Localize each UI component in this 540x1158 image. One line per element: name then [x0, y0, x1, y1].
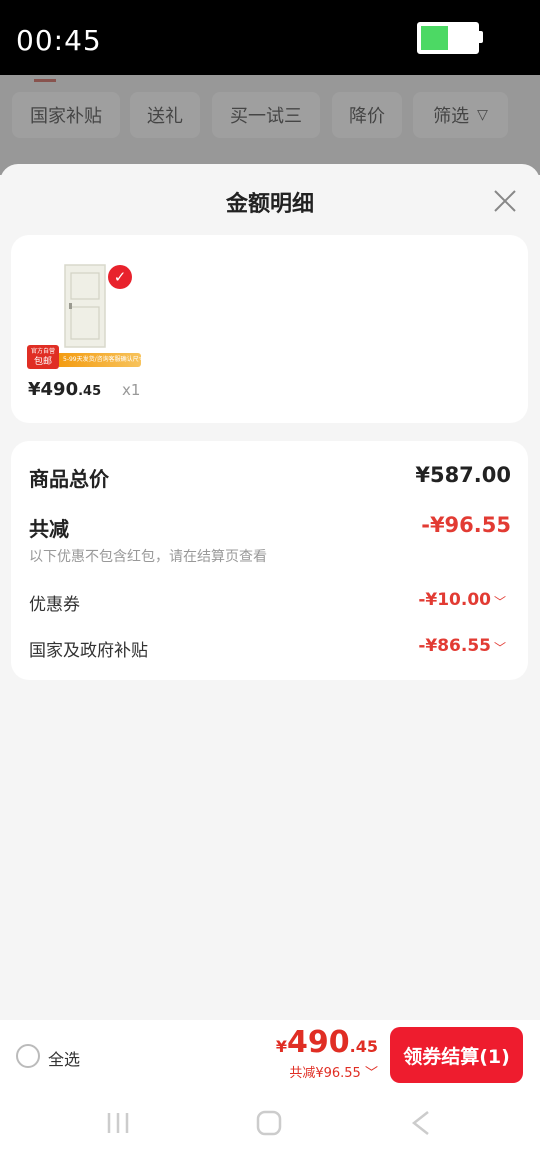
coupon-label: 优惠券 — [29, 595, 80, 615]
back-button[interactable] — [410, 1110, 432, 1140]
badge-main-text: 包邮 — [33, 357, 52, 367]
chevron-down-icon[interactable]: ﹀ — [494, 593, 506, 610]
unit-price-int: ¥490 — [28, 379, 79, 400]
home-button[interactable] — [256, 1110, 282, 1140]
saving-text: 共减¥96.55 — [289, 1066, 361, 1081]
goods-total-label: 商品总价 — [29, 467, 109, 491]
subsidy-label: 国家及政府补贴 — [29, 641, 148, 661]
back-icon — [411, 1111, 429, 1135]
selected-check-icon[interactable]: ✓ — [108, 265, 132, 289]
total-saving[interactable]: 共减¥96.55 ﹀ — [289, 1062, 378, 1081]
recent-apps-icon — [107, 1113, 129, 1133]
discount-note: 以下优惠不包含红包，请在结算页查看 — [29, 549, 267, 565]
price-dec: .45 — [349, 1037, 378, 1056]
amount-detail-sheet: 金额明细 ✓ 官方自营 包邮 5-99天发货/咨询客服确认尺寸 ¥490.45 … — [0, 164, 540, 1020]
select-all-radio[interactable] — [16, 1044, 40, 1068]
overlay-scrim[interactable] — [0, 75, 540, 175]
total-discount-value: -¥96.55 — [421, 513, 511, 537]
delivery-strip: 5-99天发货/咨询客服确认尺寸 — [59, 353, 141, 367]
price-int: 490 — [287, 1025, 350, 1060]
home-icon — [256, 1110, 282, 1136]
price-symbol: ¥ — [275, 1037, 288, 1056]
badge-top-text: 官方自营 — [30, 348, 55, 355]
status-bar: 00:45 — [0, 0, 540, 75]
product-card: ✓ 官方自营 包邮 5-99天发货/咨询客服确认尺寸 ¥490.45 x1 — [11, 235, 528, 423]
system-nav-bar — [0, 1090, 540, 1158]
total-discount-label: 共减 — [29, 517, 69, 541]
goods-total-value: ¥587.00 — [415, 463, 511, 487]
recent-apps-button[interactable] — [106, 1110, 130, 1140]
total-price: ¥490.45 — [276, 1025, 378, 1060]
quantity: x1 — [122, 381, 141, 399]
close-icon — [494, 190, 516, 212]
checkout-button[interactable]: 领券结算(1) — [390, 1027, 523, 1083]
checkout-bar: 全选 ¥490.45 共减¥96.55 ﹀ 领券结算(1) — [0, 1020, 540, 1090]
select-all-label[interactable]: 全选 — [48, 1046, 80, 1070]
chevron-down-icon: ﹀ — [364, 1066, 378, 1081]
sheet-title: 金额明细 — [225, 192, 314, 217]
coupon-value[interactable]: -¥10.00 — [418, 590, 491, 610]
battery-icon — [417, 22, 479, 54]
status-time: 00:45 — [16, 24, 102, 57]
battery-cap — [479, 31, 483, 43]
battery-level — [421, 26, 448, 50]
unit-price-dec: .45 — [78, 384, 102, 399]
close-button[interactable] — [488, 184, 522, 218]
price-detail-card: 商品总价 ¥587.00 共减 -¥96.55 以下优惠不包含红包，请在结算页查… — [11, 441, 528, 680]
subsidy-value[interactable]: -¥86.55 — [418, 636, 491, 656]
free-shipping-badge: 官方自营 包邮 — [27, 345, 59, 369]
chevron-down-icon[interactable]: ﹀ — [494, 639, 506, 656]
unit-price: ¥490.45 — [28, 379, 101, 400]
